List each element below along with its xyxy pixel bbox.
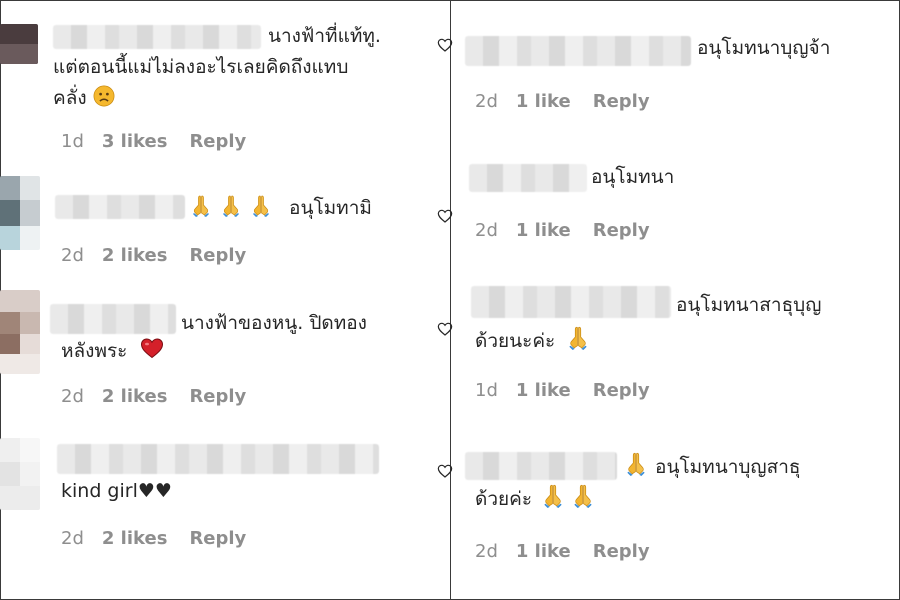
comment-meta: 2d 1 like Reply [475,541,650,562]
comment-meta: 1d 3 likes Reply [61,131,246,152]
comment-meta: 2d 1 like Reply [475,91,650,112]
folded-hands-icon [540,482,566,508]
comment-1: นางฟ้าที่แท้ทู. แต่ตอนนี้แม่ไม่ลงอะไรเลย… [0,0,450,160]
avatar[interactable] [0,438,40,510]
reply-button[interactable]: Reply [593,91,650,112]
folded-hands-icon [249,193,273,217]
comment-4: kind girl♥♥ 2d 2 likes Reply [0,420,450,600]
comment-text: อนุโมทนาบุญจ้า [697,37,831,59]
comment-6: อนุโมทนา 2d 1 like Reply [451,140,900,270]
comment-text-line3: คลั่ง [53,83,115,114]
username-redacted[interactable] [55,195,185,219]
reply-button[interactable]: Reply [593,380,650,401]
comment-text: อนุโมทนาบุญสาธุ [623,450,800,483]
comment-text-line2: ด้วยนะค่ะ [475,324,591,357]
comment-text-line2: แต่ตอนนี้แม่ไม่ลงอะไรเลยคิดถึงแทบ [53,56,349,78]
folded-hands-icon [189,193,213,217]
username-redacted[interactable] [50,304,176,334]
timestamp: 2d [61,245,84,266]
folded-hands-icon [219,193,243,217]
comment-text: อนุโมทามิ [189,193,372,224]
comment-meta: 1d 1 like Reply [475,380,650,401]
comment-text-line2: หลังพระ [61,336,165,367]
timestamp: 1d [475,380,498,401]
folded-hands-icon [570,482,596,508]
comment-text: อนุโมทนา [591,166,675,188]
reply-button[interactable]: Reply [189,245,246,266]
comment-text: นางฟ้าที่แท้ทู. [268,25,381,47]
timestamp: 2d [475,541,498,562]
username-redacted[interactable] [465,452,617,480]
timestamp: 2d [475,91,498,112]
comment-meta: 2d 2 likes Reply [61,386,246,407]
comment-5: อนุโมทนาบุญจ้า 2d 1 like Reply [451,0,900,140]
sad-face-icon [93,85,115,107]
avatar[interactable] [0,24,38,64]
comment-text: อนุโมทนาสาธุบุญ [676,294,822,316]
comment-text-line2: ด้วยค่ะ [475,482,596,515]
like-count[interactable]: 2 likes [102,245,168,266]
folded-hands-icon [565,324,591,350]
reply-button[interactable]: Reply [189,528,246,549]
reply-button[interactable]: Reply [189,386,246,407]
comment-text: นางฟ้าของหนู. ปิดทอง [181,312,367,334]
like-count[interactable]: 1 like [516,220,571,241]
username-redacted[interactable] [57,444,379,474]
comment-7: อนุโมทนาสาธุบุญ ด้วยนะค่ะ 1d 1 like Reply [451,270,900,430]
username-redacted[interactable] [465,36,691,66]
avatar[interactable] [0,290,40,374]
reply-button[interactable]: Reply [593,541,650,562]
like-count[interactable]: 1 like [516,541,571,562]
username-redacted[interactable] [53,25,261,49]
like-count[interactable]: 1 like [516,91,571,112]
like-count[interactable]: 2 likes [102,528,168,549]
avatar[interactable] [0,176,40,250]
comment-text: kind girl♥♥ [61,480,172,502]
red-heart-icon [141,338,164,359]
timestamp: 2d [61,386,84,407]
comment-meta: 2d 2 likes Reply [61,245,246,266]
comment-meta: 2d 2 likes Reply [61,528,246,549]
comment-meta: 2d 1 like Reply [475,220,650,241]
username-redacted[interactable] [469,164,587,192]
folded-hands-icon [623,450,649,476]
timestamp: 2d [475,220,498,241]
comment-3: นางฟ้าของหนู. ปิดทอง หลังพระ 2d 2 likes Re… [0,280,450,420]
username-redacted[interactable] [471,286,671,318]
like-count[interactable]: 1 like [516,380,571,401]
like-count[interactable]: 2 likes [102,386,168,407]
timestamp: 1d [61,131,84,152]
comment-8: อนุโมทนาบุญสาธุ ด้วยค่ะ 2d 1 like Reply [451,430,900,600]
like-count[interactable]: 3 likes [102,131,168,152]
comment-2: อนุโมทามิ 2d 2 likes Reply [0,160,450,280]
reply-button[interactable]: Reply [189,131,246,152]
reply-button[interactable]: Reply [593,220,650,241]
timestamp: 2d [61,528,84,549]
